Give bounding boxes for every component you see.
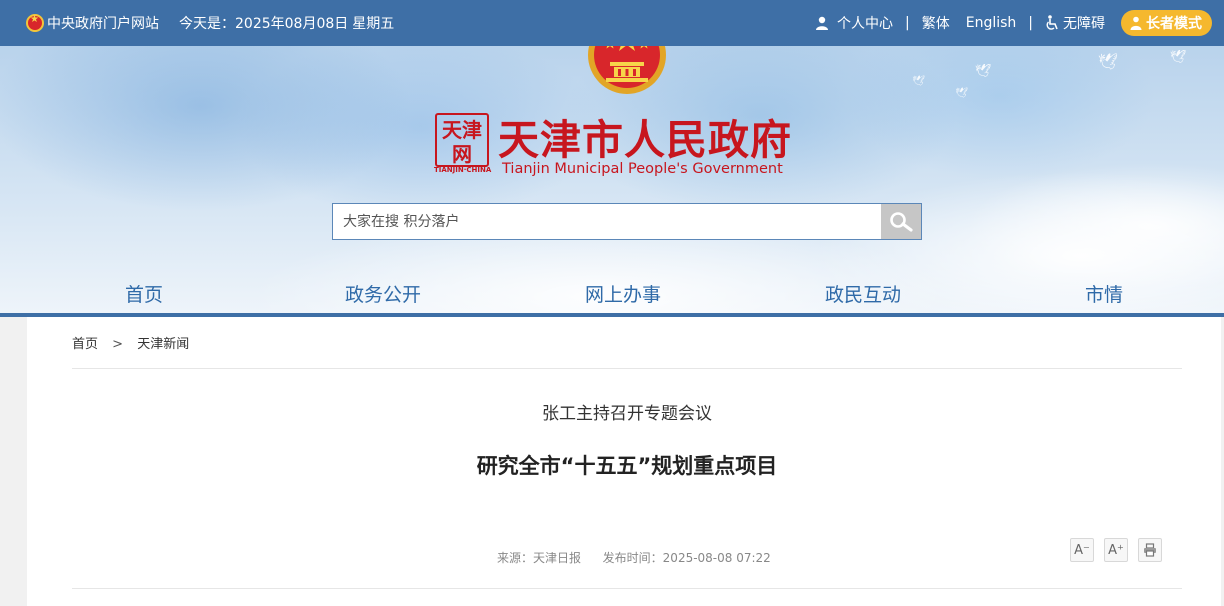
main-nav: 首页 政务公开 网上办事 政民互动 市情: [0, 274, 1224, 313]
seal-caption: TIANJIN·CHINA: [434, 166, 492, 174]
svg-text:天津: 天津: [442, 118, 482, 142]
font-decrease-button[interactable]: A⁻: [1070, 538, 1094, 562]
divider: [72, 588, 1182, 589]
personal-center-link[interactable]: 个人中心: [837, 13, 893, 33]
nav-item-home[interactable]: 首页: [125, 280, 163, 307]
site-subtitle: Tianjin Municipal People's Government: [502, 161, 783, 177]
nav-item-interaction[interactable]: 政民互动: [825, 280, 901, 307]
top-bar-right: 个人中心 | 繁体 English | 无障碍 长者模式: [815, 0, 1212, 46]
national-emblem-icon: [26, 14, 44, 32]
today-label: 今天是：: [179, 16, 235, 32]
breadcrumb-separator: >: [112, 337, 124, 352]
article-meta: 来源：天津日报 发布时间：2025-08-08 07:22: [497, 549, 771, 566]
nav-divider: [0, 313, 1224, 317]
accessibility-link[interactable]: 无障碍: [1063, 13, 1105, 33]
dove-icon: 🕊: [1170, 50, 1187, 65]
top-bar: 中央政府门户网站 今天是： 2025年08月08日 星期五 个人中心 | 繁体 …: [0, 0, 1224, 46]
search-icon: [890, 211, 913, 232]
divider: [72, 368, 1182, 369]
dove-icon: 🕊: [955, 88, 968, 99]
dove-icon: 🕊: [912, 76, 925, 87]
top-bar-left: 中央政府门户网站 今天是： 2025年08月08日 星期五: [26, 0, 394, 46]
breadcrumb: 首页 > 天津新闻: [72, 333, 189, 352]
national-emblem-large-icon: [588, 46, 666, 94]
english-link[interactable]: English: [966, 15, 1017, 31]
elder-mode-button[interactable]: 长者模式: [1121, 10, 1212, 36]
dove-icon: 🕊: [975, 64, 992, 79]
search-box: [332, 203, 922, 240]
article-title: 研究全市“十五五”规划重点项目: [476, 454, 778, 478]
current-weekday: 星期五: [352, 16, 395, 32]
separator: |: [905, 15, 910, 31]
header-banner: 🕊 🕊 🕊 🕊 🕊 天津 网 TIANJIN·CHINA 天津市人民政府 Tia…: [0, 46, 1224, 313]
traditional-chinese-link[interactable]: 繁体: [922, 13, 950, 33]
nav-item-city-info[interactable]: 市情: [1085, 280, 1123, 307]
dove-icon: 🕊: [1098, 52, 1119, 71]
nav-item-government-affairs[interactable]: 政务公开: [345, 280, 421, 307]
elder-icon: [1129, 16, 1143, 30]
search-button[interactable]: [881, 204, 921, 239]
current-date: 2025年08月08日: [235, 16, 349, 32]
search-input[interactable]: [333, 204, 881, 239]
separator: |: [1028, 15, 1033, 31]
print-button[interactable]: [1138, 538, 1162, 562]
site-title: 天津市人民政府: [498, 116, 792, 164]
article-subtitle: 张工主持召开专题会议: [542, 404, 712, 424]
gov-portal-link[interactable]: 中央政府门户网站: [47, 13, 159, 33]
elder-mode-label: 长者模式: [1146, 16, 1202, 32]
wheelchair-icon: [1045, 15, 1059, 31]
user-icon: [815, 16, 829, 30]
breadcrumb-current-link[interactable]: 天津新闻: [137, 337, 189, 352]
article-publish-time: 发布时间：2025-08-08 07:22: [602, 551, 771, 565]
nav-item-online-services[interactable]: 网上办事: [585, 280, 661, 307]
svg-text:网: 网: [452, 142, 472, 166]
page: 中央政府门户网站 今天是： 2025年08月08日 星期五 个人中心 | 繁体 …: [0, 0, 1224, 606]
font-increase-button[interactable]: A⁺: [1104, 538, 1128, 562]
article-source: 来源：天津日报: [497, 551, 582, 565]
printer-icon: [1144, 543, 1156, 557]
breadcrumb-home-link[interactable]: 首页: [72, 337, 98, 352]
